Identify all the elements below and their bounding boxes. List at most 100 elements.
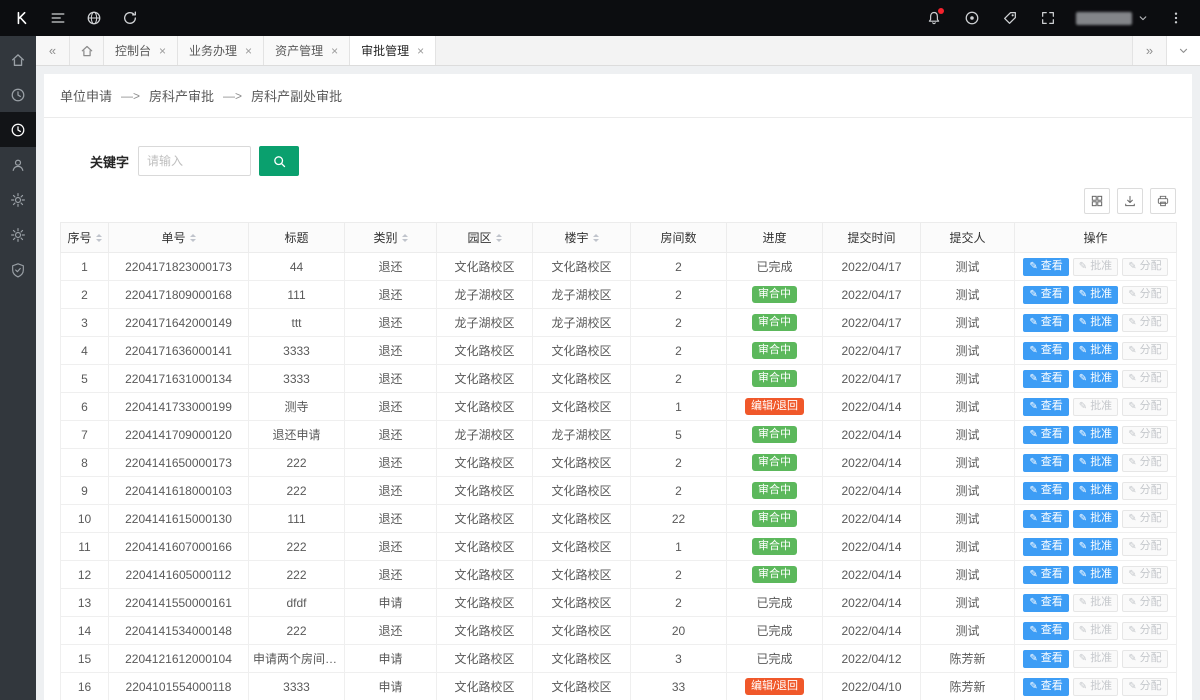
view-button[interactable]: ✎查看 bbox=[1023, 426, 1068, 444]
approve-button[interactable]: ✎批准 bbox=[1073, 454, 1118, 472]
view-button[interactable]: ✎查看 bbox=[1023, 370, 1068, 388]
approve-button[interactable]: ✎批准 bbox=[1073, 566, 1118, 584]
approve-button: ✎批准 bbox=[1073, 398, 1118, 416]
column-header-submitter: 提交人 bbox=[921, 223, 1015, 253]
approve-button[interactable]: ✎批准 bbox=[1073, 510, 1118, 528]
view-button[interactable]: ✎查看 bbox=[1023, 482, 1068, 500]
cell-submitter: 测试 bbox=[921, 337, 1015, 365]
tab-close-icon[interactable]: × bbox=[417, 45, 424, 57]
column-header-building[interactable]: 楼宇 bbox=[533, 223, 631, 253]
cell-submit_time: 2022/04/14 bbox=[823, 589, 921, 617]
view-button[interactable]: ✎查看 bbox=[1023, 286, 1068, 304]
fullscreen-icon[interactable] bbox=[1038, 8, 1058, 28]
view-button[interactable]: ✎查看 bbox=[1023, 650, 1068, 668]
tab-close-icon[interactable]: × bbox=[331, 45, 338, 57]
approve-button[interactable]: ✎批准 bbox=[1073, 482, 1118, 500]
tab-actions-dropdown[interactable] bbox=[1166, 36, 1200, 65]
column-settings-button[interactable] bbox=[1084, 188, 1110, 214]
tab-close-icon[interactable]: × bbox=[159, 45, 166, 57]
view-button[interactable]: ✎查看 bbox=[1023, 622, 1068, 640]
approve-button[interactable]: ✎批准 bbox=[1073, 286, 1118, 304]
approve-button[interactable]: ✎批准 bbox=[1073, 538, 1118, 556]
scroll-tabs-right-button[interactable]: » bbox=[1132, 36, 1166, 65]
refresh-icon[interactable] bbox=[120, 8, 140, 28]
document-tab-2[interactable]: 资产管理× bbox=[264, 36, 350, 65]
search-button[interactable] bbox=[259, 146, 299, 176]
approve-button: ✎批准 bbox=[1073, 622, 1118, 640]
view-button[interactable]: ✎查看 bbox=[1023, 398, 1068, 416]
sidebar-item-system[interactable] bbox=[0, 217, 36, 252]
breadcrumb-item[interactable]: 房科产审批 bbox=[149, 86, 214, 105]
cell-submit_time: 2022/04/17 bbox=[823, 365, 921, 393]
brand-logo-icon[interactable] bbox=[12, 8, 32, 28]
view-button[interactable]: ✎查看 bbox=[1023, 314, 1068, 332]
cell-title: 222 bbox=[249, 533, 345, 561]
export-button[interactable] bbox=[1117, 188, 1143, 214]
assign-icon: ✎ bbox=[1128, 262, 1136, 272]
sort-icon[interactable] bbox=[593, 231, 599, 245]
tab-close-icon[interactable]: × bbox=[245, 45, 252, 57]
cell-title: 退还申请 bbox=[249, 421, 345, 449]
view-button[interactable]: ✎查看 bbox=[1023, 594, 1068, 612]
tag-icon[interactable] bbox=[1000, 8, 1020, 28]
view-button[interactable]: ✎查看 bbox=[1023, 342, 1068, 360]
cell-campus: 文化路校区 bbox=[437, 477, 533, 505]
document-tab-3[interactable]: 审批管理× bbox=[350, 36, 436, 65]
sort-icon[interactable] bbox=[402, 231, 408, 245]
user-menu[interactable] bbox=[1076, 12, 1148, 25]
menu-collapse-icon[interactable] bbox=[48, 8, 68, 28]
column-header-index[interactable]: 序号 bbox=[61, 223, 109, 253]
view-button[interactable]: ✎查看 bbox=[1023, 566, 1068, 584]
user-name-redacted bbox=[1076, 12, 1132, 25]
scroll-tabs-left-button[interactable]: « bbox=[36, 36, 70, 65]
view-button[interactable]: ✎查看 bbox=[1023, 454, 1068, 472]
view-button[interactable]: ✎查看 bbox=[1023, 678, 1068, 696]
approve-button[interactable]: ✎批准 bbox=[1073, 426, 1118, 444]
column-header-campus[interactable]: 园区 bbox=[437, 223, 533, 253]
sort-icon[interactable] bbox=[190, 231, 196, 245]
view-button[interactable]: ✎查看 bbox=[1023, 510, 1068, 528]
sort-icon[interactable] bbox=[96, 231, 102, 245]
download-icon bbox=[1123, 194, 1137, 208]
theme-icon[interactable] bbox=[962, 8, 982, 28]
assign-button: ✎分配 bbox=[1122, 650, 1167, 668]
cell-submit_time: 2022/04/17 bbox=[823, 309, 921, 337]
assign-button: ✎分配 bbox=[1122, 398, 1167, 416]
document-tab-1[interactable]: 业务办理× bbox=[178, 36, 264, 65]
cell-submitter: 陈芳新 bbox=[921, 645, 1015, 673]
sidebar-item-history[interactable] bbox=[0, 77, 36, 112]
sidebar-item-contacts[interactable] bbox=[0, 147, 36, 182]
bell-icon[interactable] bbox=[924, 8, 944, 28]
approve-button[interactable]: ✎批准 bbox=[1073, 342, 1118, 360]
column-header-order_no[interactable]: 单号 bbox=[109, 223, 249, 253]
sidebar-item-home[interactable] bbox=[0, 42, 36, 77]
column-label: 单号 bbox=[161, 231, 185, 245]
column-header-category[interactable]: 类别 bbox=[345, 223, 437, 253]
approve-label: 批准 bbox=[1090, 289, 1112, 300]
approve-button[interactable]: ✎批准 bbox=[1073, 370, 1118, 388]
more-vertical-icon[interactable] bbox=[1166, 8, 1186, 28]
view-icon: ✎ bbox=[1029, 542, 1037, 552]
approve-button[interactable]: ✎批准 bbox=[1073, 314, 1118, 332]
keyword-input[interactable] bbox=[138, 146, 251, 176]
cell-category: 申请 bbox=[345, 673, 437, 700]
sidebar-item-approval[interactable] bbox=[0, 112, 36, 147]
sidebar-item-security[interactable] bbox=[0, 252, 36, 287]
sort-icon[interactable] bbox=[496, 231, 502, 245]
cell-category: 申请 bbox=[345, 589, 437, 617]
approve-label: 批准 bbox=[1090, 653, 1112, 664]
cell-submit_time: 2022/04/10 bbox=[823, 673, 921, 700]
view-button[interactable]: ✎查看 bbox=[1023, 538, 1068, 556]
view-button[interactable]: ✎查看 bbox=[1023, 258, 1068, 276]
home-tab[interactable] bbox=[70, 36, 104, 65]
globe-icon[interactable] bbox=[84, 8, 104, 28]
approve-label: 批准 bbox=[1090, 513, 1112, 524]
cell-campus: 文化路校区 bbox=[437, 561, 533, 589]
document-tab-0[interactable]: 控制台× bbox=[104, 36, 178, 65]
cell-order_no: 2204171631000134 bbox=[109, 365, 249, 393]
breadcrumb-item[interactable]: 房科产副处审批 bbox=[251, 86, 342, 105]
breadcrumb-item[interactable]: 单位申请 bbox=[60, 86, 112, 105]
sidebar-item-settings[interactable] bbox=[0, 182, 36, 217]
print-button[interactable] bbox=[1150, 188, 1176, 214]
cell-campus: 文化路校区 bbox=[437, 505, 533, 533]
